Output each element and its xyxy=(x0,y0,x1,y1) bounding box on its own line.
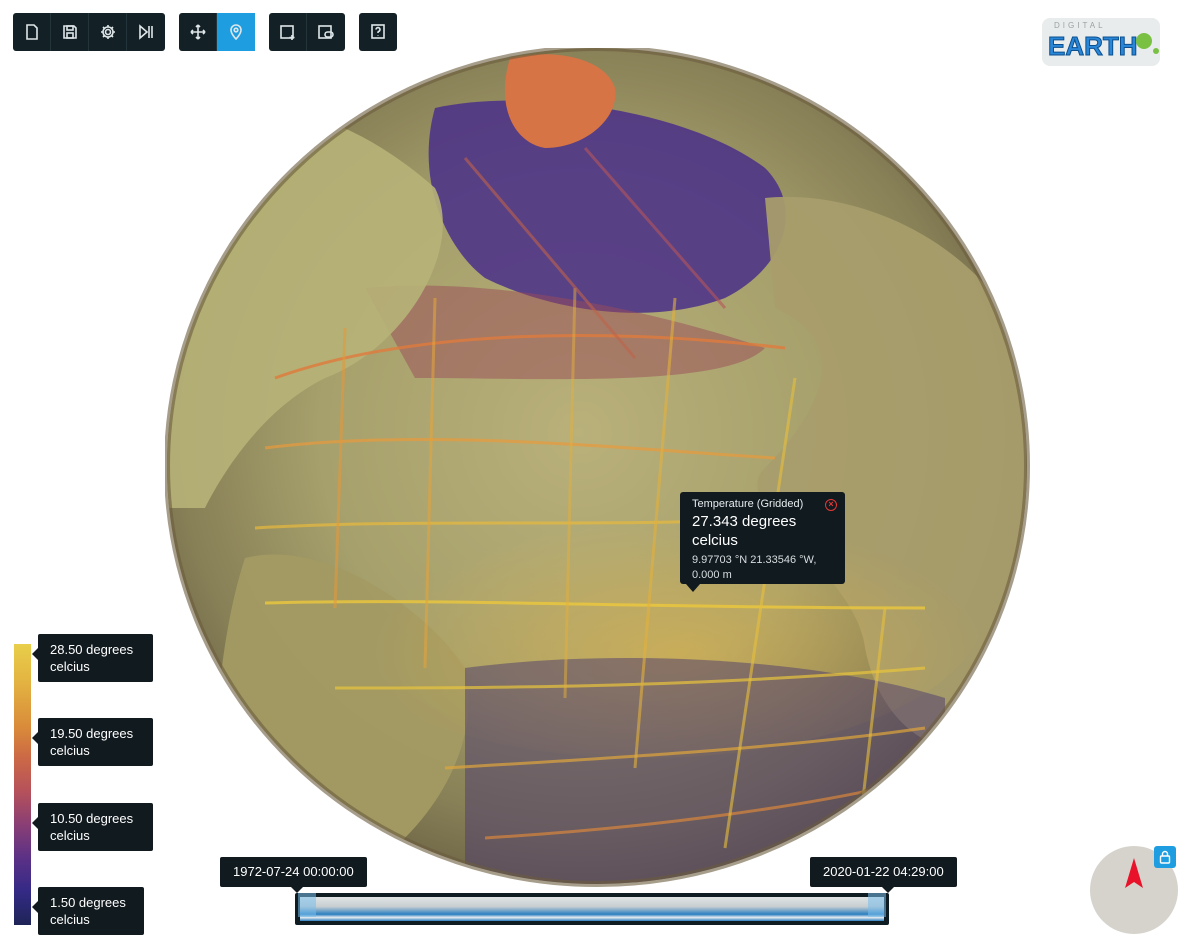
new-document-icon xyxy=(25,24,38,40)
legend-label-min: 1.50 degrees celcius xyxy=(32,887,144,935)
time-range-end-handle[interactable] xyxy=(868,893,886,917)
legend-label-min-line2: celcius xyxy=(50,912,90,927)
legend-label-max-line1: 28.50 degrees xyxy=(50,642,134,657)
legend-label-upper: 19.50 degrees celcius xyxy=(32,718,153,766)
layer-settings-icon xyxy=(318,25,334,39)
popup-coordinates: 9.97703 °N 21.33546 °W, 0.000 m xyxy=(692,553,833,583)
time-range-track[interactable] xyxy=(300,897,884,921)
lock-icon xyxy=(1159,850,1171,864)
play-button[interactable] xyxy=(127,13,165,51)
legend-label-min-line1: 1.50 degrees xyxy=(50,895,126,910)
play-pause-icon xyxy=(139,24,153,40)
pick-location-button[interactable] xyxy=(217,13,255,51)
pan-move-icon xyxy=(189,24,206,40)
popup-value-line1: 27.343 degrees xyxy=(692,513,797,530)
timeline-start-label: 1972-07-24 00:00:00 xyxy=(220,857,367,893)
timeline-end-label: 2020-01-22 04:29:00 xyxy=(810,857,957,893)
toolbar-file-group xyxy=(13,13,165,51)
toolbar-navigation-group xyxy=(179,13,255,51)
time-range-start-handle[interactable] xyxy=(298,893,316,917)
toolbar-layer-group xyxy=(269,13,345,51)
legend-label-max-line2: celcius xyxy=(50,659,90,674)
help-icon xyxy=(371,24,385,39)
add-layer-icon xyxy=(279,25,294,40)
lock-orientation-button[interactable] xyxy=(1154,846,1176,868)
toolbar-help-group xyxy=(359,13,397,51)
popup-value-line2: celcius xyxy=(692,532,738,549)
legend-label-lower: 10.50 degrees celcius xyxy=(32,803,153,851)
logo-graphic: DIGITAL EARTH xyxy=(1042,18,1160,66)
settings-button[interactable] xyxy=(89,13,127,51)
legend-label-upper-line2: celcius xyxy=(50,743,90,758)
earth-globe[interactable] xyxy=(164,45,1030,893)
digital-earth-logo: DIGITAL EARTH xyxy=(1040,15,1164,69)
legend-label-lower-line2: celcius xyxy=(50,828,90,843)
layer-settings-button[interactable] xyxy=(307,13,345,51)
new-document-button[interactable] xyxy=(13,13,51,51)
time-range-slider[interactable] xyxy=(295,893,889,925)
settings-gear-icon xyxy=(100,25,115,39)
location-info-popup: Temperature (Gridded) × 27.343 degrees c… xyxy=(680,492,845,592)
location-pin-icon xyxy=(230,24,242,41)
globe-viewport[interactable] xyxy=(164,45,1030,893)
legend-label-max: 28.50 degrees celcius xyxy=(32,634,153,682)
popup-latlon: 9.97703 °N 21.33546 °W, xyxy=(692,554,817,566)
legend-label-upper-line1: 19.50 degrees xyxy=(50,726,134,741)
help-button[interactable] xyxy=(359,13,397,51)
legend-label-lower-line1: 10.50 degrees xyxy=(50,811,134,826)
move-tool-button[interactable] xyxy=(179,13,217,51)
popup-value: 27.343 degrees celcius xyxy=(692,512,833,550)
close-popup-icon[interactable]: × xyxy=(825,499,837,511)
popup-layer-title: Temperature (Gridded) xyxy=(692,498,804,510)
popup-depth: 0.000 m xyxy=(692,569,732,581)
logo-top-text: DIGITAL xyxy=(1054,21,1106,30)
temperature-color-scale xyxy=(14,644,31,925)
save-button[interactable] xyxy=(51,13,89,51)
logo-main-text: EARTH xyxy=(1048,31,1138,61)
save-icon xyxy=(62,25,77,39)
add-layer-button[interactable] xyxy=(269,13,307,51)
